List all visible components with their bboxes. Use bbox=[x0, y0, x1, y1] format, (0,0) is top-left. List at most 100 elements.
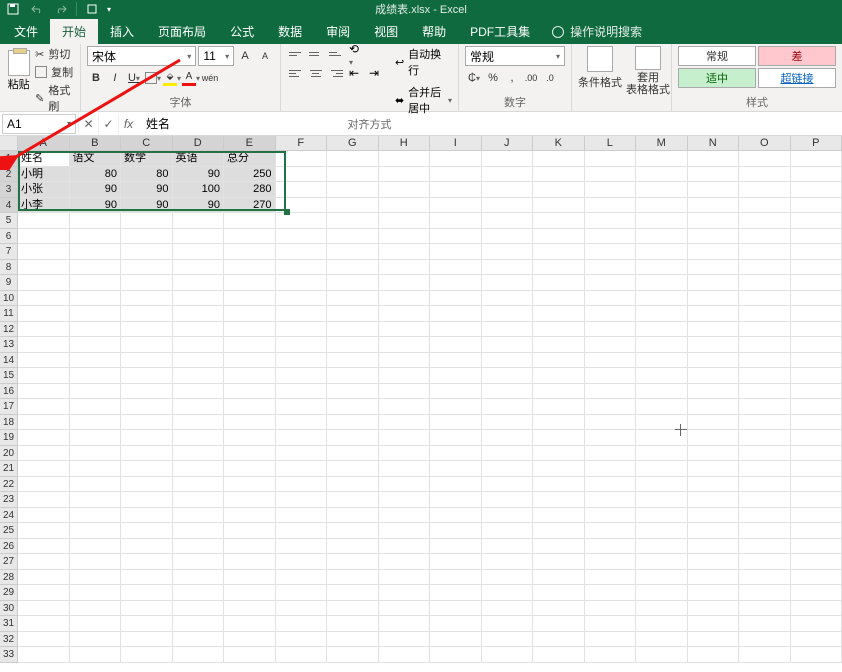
cell-L30[interactable] bbox=[585, 601, 637, 617]
cell-P11[interactable] bbox=[791, 306, 842, 322]
cell-F21[interactable] bbox=[276, 461, 328, 477]
cell-O20[interactable] bbox=[739, 446, 791, 462]
cell-D8[interactable] bbox=[173, 260, 225, 276]
tab-layout[interactable]: 页面布局 bbox=[146, 19, 218, 44]
cell-M27[interactable] bbox=[636, 554, 688, 570]
cell-E21[interactable] bbox=[224, 461, 276, 477]
cell-I12[interactable] bbox=[430, 322, 482, 338]
cell-J15[interactable] bbox=[482, 368, 534, 384]
cell-J33[interactable] bbox=[482, 647, 534, 663]
cell-O1[interactable] bbox=[739, 151, 791, 167]
cell-B6[interactable] bbox=[70, 229, 122, 245]
cell-E16[interactable] bbox=[224, 384, 276, 400]
cell-L5[interactable] bbox=[585, 213, 637, 229]
cell-H11[interactable] bbox=[379, 306, 431, 322]
cell-D29[interactable] bbox=[173, 585, 225, 601]
cell-O23[interactable] bbox=[739, 492, 791, 508]
cell-D14[interactable] bbox=[173, 353, 225, 369]
cell-L31[interactable] bbox=[585, 616, 637, 632]
cell-E1[interactable]: 总分 bbox=[224, 151, 276, 167]
cell-I8[interactable] bbox=[430, 260, 482, 276]
cell-M13[interactable] bbox=[636, 337, 688, 353]
cell-J11[interactable] bbox=[482, 306, 534, 322]
cell-J13[interactable] bbox=[482, 337, 534, 353]
cell-F25[interactable] bbox=[276, 523, 328, 539]
cell-E17[interactable] bbox=[224, 399, 276, 415]
cell-P13[interactable] bbox=[791, 337, 842, 353]
cell-G22[interactable] bbox=[327, 477, 379, 493]
col-header-D[interactable]: D bbox=[173, 136, 225, 150]
cell-I19[interactable] bbox=[430, 430, 482, 446]
cell-P25[interactable] bbox=[791, 523, 842, 539]
cell-H13[interactable] bbox=[379, 337, 431, 353]
cell-M24[interactable] bbox=[636, 508, 688, 524]
cell-K21[interactable] bbox=[533, 461, 585, 477]
cell-K6[interactable] bbox=[533, 229, 585, 245]
cell-P22[interactable] bbox=[791, 477, 842, 493]
cell-P9[interactable] bbox=[791, 275, 842, 291]
cell-H23[interactable] bbox=[379, 492, 431, 508]
cell-F33[interactable] bbox=[276, 647, 328, 663]
cell-B1[interactable]: 语文 bbox=[70, 151, 122, 167]
cell-L7[interactable] bbox=[585, 244, 637, 260]
cell-M6[interactable] bbox=[636, 229, 688, 245]
cell-J19[interactable] bbox=[482, 430, 534, 446]
merge-center-button[interactable]: ⬌合并后居中▾ bbox=[395, 84, 452, 116]
cell-B24[interactable] bbox=[70, 508, 122, 524]
cell-O2[interactable] bbox=[739, 167, 791, 183]
cell-O27[interactable] bbox=[739, 554, 791, 570]
cell-E20[interactable] bbox=[224, 446, 276, 462]
cell-A18[interactable] bbox=[18, 415, 70, 431]
cell-M7[interactable] bbox=[636, 244, 688, 260]
tab-pdf[interactable]: PDF工具集 bbox=[458, 19, 542, 44]
cell-A33[interactable] bbox=[18, 647, 70, 663]
cell-O13[interactable] bbox=[739, 337, 791, 353]
cell-M31[interactable] bbox=[636, 616, 688, 632]
cell-F20[interactable] bbox=[276, 446, 328, 462]
cell-G15[interactable] bbox=[327, 368, 379, 384]
align-middle-button[interactable] bbox=[307, 46, 325, 62]
cell-C24[interactable] bbox=[121, 508, 173, 524]
row-header-25[interactable]: 25 bbox=[0, 523, 17, 539]
cut-button[interactable]: ✂剪切 bbox=[35, 46, 74, 62]
cell-B21[interactable] bbox=[70, 461, 122, 477]
format-as-table-button[interactable]: 套用 表格格式 bbox=[626, 46, 670, 96]
cell-B13[interactable] bbox=[70, 337, 122, 353]
cell-A2[interactable]: 小明 bbox=[18, 167, 70, 183]
cell-O22[interactable] bbox=[739, 477, 791, 493]
cell-A13[interactable] bbox=[18, 337, 70, 353]
cell-B33[interactable] bbox=[70, 647, 122, 663]
tab-help[interactable]: 帮助 bbox=[410, 19, 458, 44]
cell-I31[interactable] bbox=[430, 616, 482, 632]
cell-P5[interactable] bbox=[791, 213, 842, 229]
cell-K11[interactable] bbox=[533, 306, 585, 322]
cell-H32[interactable] bbox=[379, 632, 431, 648]
cell-G4[interactable] bbox=[327, 198, 379, 214]
cell-style-link[interactable]: 超链接 bbox=[758, 68, 836, 88]
col-header-J[interactable]: J bbox=[482, 136, 534, 150]
cell-M32[interactable] bbox=[636, 632, 688, 648]
row-header-5[interactable]: 5 bbox=[0, 213, 17, 229]
cell-H4[interactable] bbox=[379, 198, 431, 214]
cell-O28[interactable] bbox=[739, 570, 791, 586]
cell-O9[interactable] bbox=[739, 275, 791, 291]
cell-F16[interactable] bbox=[276, 384, 328, 400]
row-header-33[interactable]: 33 bbox=[0, 647, 17, 663]
cell-G16[interactable] bbox=[327, 384, 379, 400]
cell-H33[interactable] bbox=[379, 647, 431, 663]
cell-O12[interactable] bbox=[739, 322, 791, 338]
cell-K3[interactable] bbox=[533, 182, 585, 198]
cell-K19[interactable] bbox=[533, 430, 585, 446]
cell-O19[interactable] bbox=[739, 430, 791, 446]
cell-J14[interactable] bbox=[482, 353, 534, 369]
cell-N23[interactable] bbox=[688, 492, 740, 508]
cell-H24[interactable] bbox=[379, 508, 431, 524]
col-header-F[interactable]: F bbox=[276, 136, 328, 150]
cell-P24[interactable] bbox=[791, 508, 842, 524]
cell-N4[interactable] bbox=[688, 198, 740, 214]
cell-D10[interactable] bbox=[173, 291, 225, 307]
cell-A22[interactable] bbox=[18, 477, 70, 493]
cell-N19[interactable] bbox=[688, 430, 740, 446]
cell-J17[interactable] bbox=[482, 399, 534, 415]
italic-button[interactable]: I bbox=[106, 69, 124, 87]
